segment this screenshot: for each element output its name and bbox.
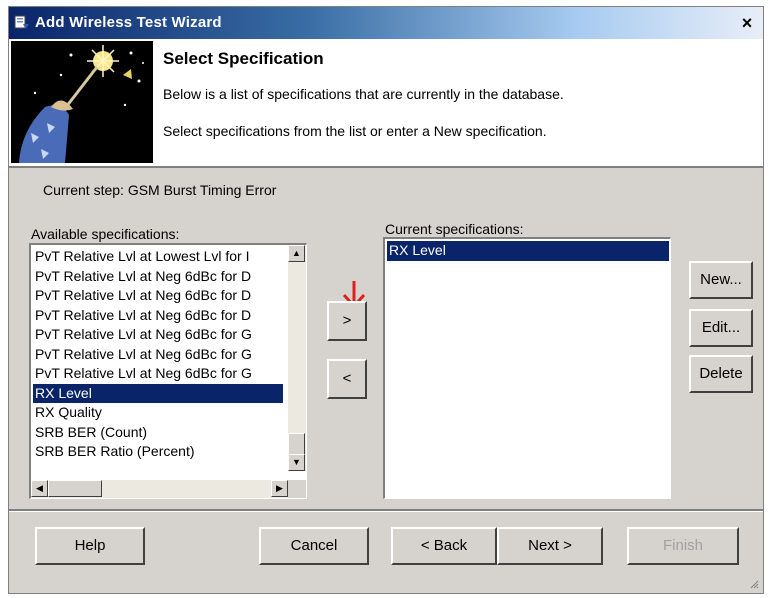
- list-item[interactable]: PvT Relative Lvl at Neg 6dBc for G: [33, 345, 283, 365]
- scroll-down-button[interactable]: ▼: [288, 454, 305, 471]
- scroll-up-button[interactable]: ▲: [288, 245, 305, 262]
- list-item[interactable]: PvT Relative Lvl at Lowest Lvl for I: [33, 247, 283, 267]
- title-bar[interactable]: Add Wireless Test Wizard ×: [9, 7, 763, 39]
- horizontal-scrollbar[interactable]: ◀ ▶: [31, 480, 288, 498]
- current-step-label: Current step: GSM Burst Timing Error: [43, 182, 277, 198]
- list-item[interactable]: PvT Relative Lvl at Neg 6dBc for D: [33, 306, 283, 326]
- available-specifications-list[interactable]: PvT Relative Lvl at Lowest Lvl for I PvT …: [29, 243, 307, 499]
- list-item[interactable]: PvT Relative Lvl at Neg 6dBc for D: [33, 267, 283, 287]
- wizard-app-icon: [14, 15, 29, 29]
- list-item[interactable]: RX Quality: [33, 403, 283, 423]
- header-description-1: Below is a list of specifications that a…: [163, 86, 564, 102]
- resize-grip-icon[interactable]: [749, 579, 759, 589]
- page-title: Select Specification: [163, 49, 324, 68]
- window-title: Add Wireless Test Wizard: [35, 14, 222, 31]
- list-item[interactable]: SRB BER Ratio (Percent): [33, 442, 283, 462]
- scroll-corner: [288, 480, 306, 498]
- scroll-right-button[interactable]: ▶: [271, 480, 288, 497]
- wizard-header: Select Specification Below is a list of …: [9, 39, 763, 168]
- remove-specification-button[interactable]: <: [327, 359, 367, 399]
- current-items: RX Level: [387, 241, 669, 261]
- next-button[interactable]: Next >: [497, 527, 603, 565]
- vertical-scrollbar[interactable]: ▲ ▼: [288, 245, 306, 471]
- header-description-2: Select specifications from the list or e…: [163, 123, 547, 139]
- finish-button[interactable]: Finish: [627, 527, 739, 565]
- add-specification-button[interactable]: >: [327, 301, 367, 341]
- list-item[interactable]: PvT Relative Lvl at Neg 6dBc for D: [33, 286, 283, 306]
- available-items: PvT Relative Lvl at Lowest Lvl for I PvT …: [33, 247, 283, 462]
- current-specifications-label: Current specifications:: [385, 221, 524, 237]
- list-item[interactable]: RX Level: [33, 383, 283, 403]
- help-button[interactable]: Help: [35, 527, 145, 565]
- back-button[interactable]: < Back: [391, 527, 497, 565]
- new-button[interactable]: New...: [689, 261, 753, 299]
- delete-button[interactable]: Delete: [689, 355, 753, 393]
- scroll-thumb-horizontal[interactable]: [48, 480, 102, 497]
- current-specifications-list[interactable]: RX Level: [383, 237, 671, 499]
- wizard-banner-image: [11, 41, 153, 163]
- footer-divider: [9, 509, 763, 512]
- available-specifications-label: Available specifications:: [31, 226, 180, 242]
- cancel-button[interactable]: Cancel: [259, 527, 369, 565]
- edit-button[interactable]: Edit...: [689, 309, 753, 347]
- wizard-window: Add Wireless Test Wizard × Select Specif…: [8, 6, 764, 594]
- list-item[interactable]: RX Level: [387, 241, 669, 261]
- close-button[interactable]: ×: [737, 13, 757, 33]
- list-item[interactable]: PvT Relative Lvl at Neg 6dBc for G: [33, 364, 283, 384]
- scroll-thumb-vertical[interactable]: [288, 433, 305, 455]
- list-item[interactable]: SRB BER (Count): [33, 423, 283, 443]
- list-item[interactable]: PvT Relative Lvl at Neg 6dBc for G: [33, 325, 283, 345]
- scroll-left-button[interactable]: ◀: [31, 480, 48, 497]
